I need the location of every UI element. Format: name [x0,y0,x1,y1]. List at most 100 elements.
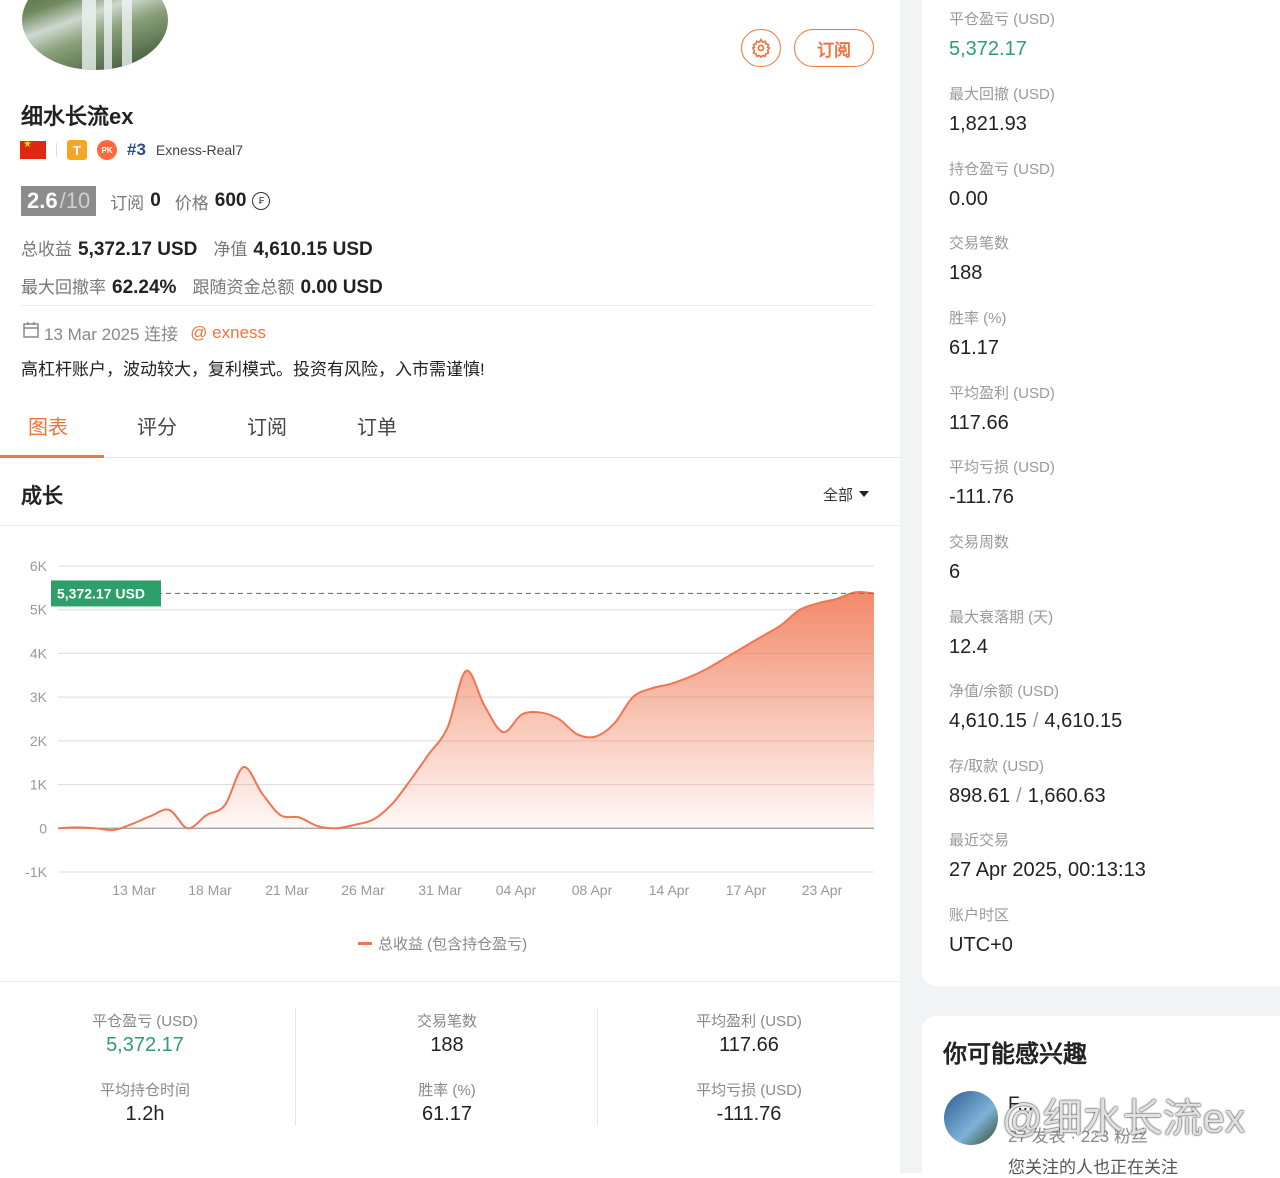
side-stat-label: 存/取款 (USD) [949,758,1044,775]
side-stat-label: 账户时区 [949,907,1010,924]
active-tab-indicator [0,455,104,458]
side-stat: 最近交易 27 Apr 2025, 00:13:13 [949,829,1146,882]
x-tick-label: 23 Apr [802,882,843,898]
stat-column: 交易笔数 188 胜率 (%) 61.17 [302,982,602,1173]
chart-legend[interactable]: 总收益 (包含持仓盈亏) [358,933,527,954]
x-tick-label: 31 Mar [418,882,462,898]
divider [56,143,57,157]
stat-label: 胜率 (%) [418,1082,476,1099]
gear-icon [751,38,771,58]
price-label: 价格 [174,193,209,213]
x-tick-label: 08 Apr [572,882,613,898]
badge-row: T PK #3 Exness-Real7 [20,139,243,161]
subscribe-button[interactable]: 订阅 [794,29,874,67]
calendar-icon [22,321,40,344]
side-stat-label: 最大衰落期 (天) [949,609,1054,626]
side-stat-value: UTC+0 [949,934,1013,956]
stat-label: 平均盈利 (USD) [696,1013,802,1030]
stat-value: 188 [430,1034,464,1056]
suggested-user-avatar[interactable] [944,1091,998,1145]
y-tick-label: 0 [39,820,47,836]
y-tick-label: 5K [30,602,48,618]
side-stat-value: 898.61/1,660.63 [949,785,1106,807]
y-tick-label: 4K [30,645,48,661]
drawdown-row: 最大回撤率 62.24% 跟随资金总额 0.00 USD [21,273,383,299]
price-value: 600 [214,190,247,211]
side-stat: 最大衰落期 (天) 12.4 [949,606,1053,659]
current-value-label: 5,372.17 USD [57,585,145,601]
side-stat-value: 1,821.93 [949,113,1027,135]
broker-link[interactable]: @ exness [190,323,266,343]
suggested-user-note: 您关注的人也正在关注 [1008,1158,1178,1177]
tab-bar: 图表 评分 订阅 订单 [0,405,900,458]
total-profit-label: 总收益 [21,240,72,259]
settings-button[interactable] [741,29,781,67]
profit-row: 总收益 5,372.17 USD 净值 4,610.15 USD [21,235,373,261]
divider [21,305,874,306]
side-stat-value: 188 [949,262,983,284]
growth-title: 成长 [21,485,63,508]
max-dd-value: 62.24% [112,277,177,298]
side-stat: 胜率 (%) 61.17 [949,307,1007,360]
rank-badge: #3 [127,140,146,159]
meta-row: 13 Mar 2025 连接 @ exness [22,320,266,345]
side-stat: 平均亏损 (USD) -111.76 [949,456,1055,509]
account-server: Exness-Real7 [155,142,244,158]
stat-value: 117.66 [719,1034,779,1056]
current-value-tag: 5,372.17 USD [51,580,161,607]
connect-date: 13 Mar 2025 连接 [44,325,179,344]
side-stat-value: 27 Apr 2025, 00:13:13 [949,859,1146,881]
trader-name: 细水长流ex [21,104,134,129]
stat-value: 1.2h [125,1103,165,1125]
divider [597,1008,598,1126]
follow-funds-value: 0.00 USD [300,277,383,298]
caret-down-icon [859,490,870,497]
range-dropdown[interactable]: 全部 [823,484,870,505]
suggest-title: 你可能感兴趣 [943,1041,1087,1068]
y-tick-label: -1K [25,864,47,880]
side-stat-label: 平仓盈亏 (USD) [949,11,1055,28]
side-stat-value: -111.76 [949,486,1014,508]
side-stat-value: 5,372.17 [949,38,1027,60]
divider [295,1008,296,1126]
side-stat: 交易周数 6 [949,531,1009,584]
tab-chart[interactable]: 图表 [28,411,68,440]
follow-funds-label: 跟随资金总额 [192,278,295,297]
side-stat-value: 117.66 [949,412,1009,434]
x-tick-label: 13 Mar [112,882,156,898]
y-tick-label: 6K [30,558,48,574]
tab-rating[interactable]: 评分 [137,411,177,440]
score-row: 2.6/10 订阅 0 价格 600 ₣ [21,186,271,216]
side-stat: 交易笔数 188 [949,232,1009,285]
x-tick-label: 04 Apr [496,882,537,898]
side-stat-label: 持仓盈亏 (USD) [949,161,1055,178]
side-stat-value: 61.17 [949,337,1000,359]
growth-chart: 6K 5K 4K 3K 2K 1K 0 -1K 5,372.17 USD 13 Mar 18 M… [25,558,875,898]
stat-value: 5,372.17 [106,1034,184,1056]
account-description: 高杠杆账户，波动较大，复利模式。投资有风险，入市需谨慎! [21,360,485,379]
side-stat: 存/取款 (USD) 898.61/1,660.63 [949,755,1106,808]
y-tick-label: 2K [30,733,48,749]
stat-label: 平均持仓时间 [99,1082,190,1099]
x-tick-label: 21 Mar [265,882,309,898]
tab-orders[interactable]: 订单 [357,411,397,440]
side-stat-value: 4,610.15/4,610.15 [949,710,1123,732]
china-flag-icon [20,139,46,159]
y-tick-label: 3K [30,689,48,705]
subs-value: 0 [150,190,161,211]
stat-column: 平均盈利 (USD) 117.66 平均亏损 (USD) -111.76 [604,982,904,1173]
score-badge: 2.6/10 [21,186,97,216]
stat-value: 61.17 [421,1103,473,1125]
tab-subscribe[interactable]: 订阅 [247,411,287,440]
stat-value: -111.76 [716,1103,782,1125]
chart-area-fill [58,591,874,831]
side-stat: 账户时区 UTC+0 [949,904,1013,957]
tier-badge: T [67,140,87,160]
legend-label: 总收益 (包含持仓盈亏) [378,936,528,953]
side-stat-label: 交易笔数 [949,235,1010,252]
side-stat: 平均盈利 (USD) 117.66 [949,382,1055,435]
stat-label: 交易笔数 [416,1013,477,1030]
x-tick-label: 14 Apr [649,882,690,898]
x-tick-label: 18 Mar [188,882,232,898]
watermark: @细水长流ex [1002,1097,1245,1141]
